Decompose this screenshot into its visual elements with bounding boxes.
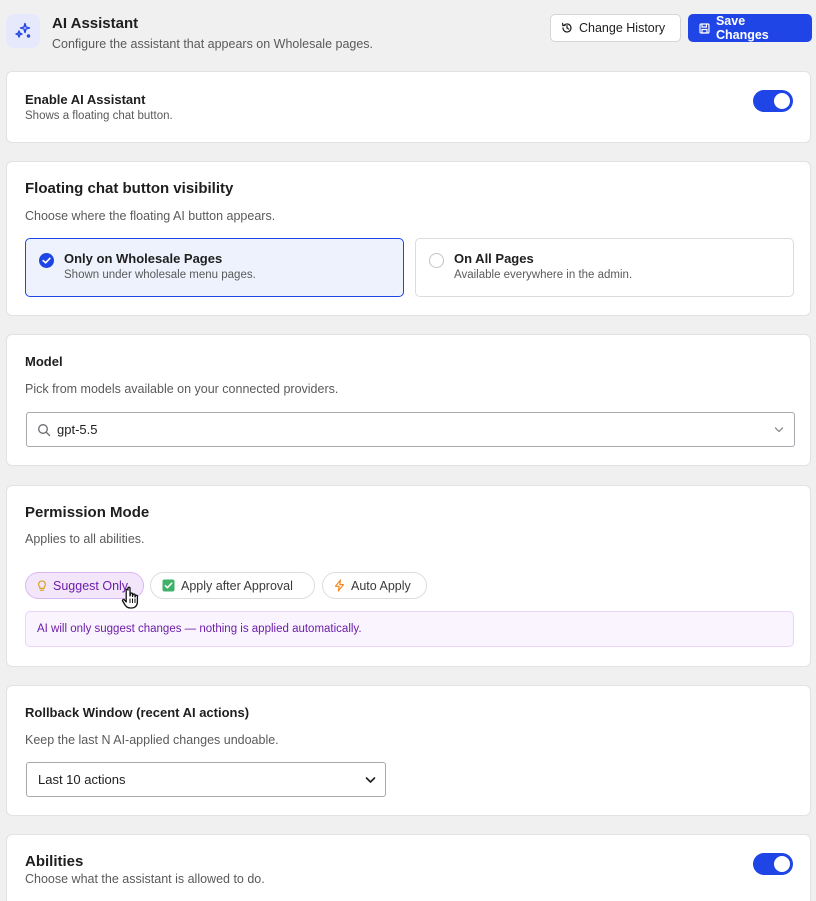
page-title: AI Assistant xyxy=(52,15,139,32)
permission-info-text: AI will only suggest changes — nothing i… xyxy=(37,623,362,635)
option-all-pages[interactable]: On All Pages Available everywhere in the… xyxy=(415,238,794,297)
mode-apply-after-approval[interactable]: Apply after Approval xyxy=(150,572,315,599)
visibility-card: Floating chat button visibility Choose w… xyxy=(6,161,811,316)
chevron-down-icon xyxy=(365,777,376,783)
mode-auto-apply[interactable]: Auto Apply xyxy=(322,572,427,599)
permission-title: Permission Mode xyxy=(25,504,150,521)
lightbulb-icon xyxy=(38,579,46,591)
visibility-description: Choose where the floating AI button appe… xyxy=(25,209,276,223)
abilities-description: Choose what the assistant is allowed to … xyxy=(25,872,265,886)
model-title: Model xyxy=(25,354,63,369)
check-square-icon xyxy=(162,579,175,592)
lightning-icon xyxy=(334,579,345,592)
chevron-down-icon xyxy=(774,427,784,433)
sparkle-icon xyxy=(15,22,31,38)
abilities-card: Abilities Choose what the assistant is a… xyxy=(6,834,811,901)
page-subtitle: Configure the assistant that appears on … xyxy=(52,37,374,51)
save-changes-label: Save Changes xyxy=(715,14,769,42)
rollback-select[interactable]: Last 10 actions xyxy=(26,762,386,797)
enable-assistant-toggle[interactable] xyxy=(753,90,793,112)
visibility-title: Floating chat button visibility xyxy=(25,180,234,197)
model-description: Pick from models available on your conne… xyxy=(25,382,339,396)
option-title: Only on Wholesale Pages xyxy=(64,251,223,266)
model-value: gpt-5.5 xyxy=(57,422,98,437)
model-card: Model Pick from models available on your… xyxy=(6,334,811,466)
search-icon xyxy=(38,424,51,437)
change-history-button[interactable]: Change History xyxy=(550,14,681,42)
model-select[interactable]: gpt-5.5 xyxy=(26,412,795,447)
enable-assistant-title: Enable AI Assistant xyxy=(25,92,146,107)
abilities-title: Abilities xyxy=(25,853,84,870)
ai-sparkle-logo xyxy=(6,14,40,48)
rollback-description: Keep the last N AI-applied changes undoa… xyxy=(25,733,279,747)
abilities-toggle[interactable] xyxy=(753,853,793,875)
rollback-card: Rollback Window (recent AI actions) Keep… xyxy=(6,685,811,816)
option-wholesale-pages[interactable]: Only on Wholesale Pages Shown under whol… xyxy=(25,238,404,297)
permission-description: Applies to all abilities. xyxy=(25,532,145,546)
option-subtitle: Available everywhere in the admin. xyxy=(454,269,633,281)
enable-assistant-card: Enable AI Assistant Shows a floating cha… xyxy=(6,71,811,143)
rollback-value: Last 10 actions xyxy=(38,772,126,787)
radio-checked-icon xyxy=(39,253,54,268)
page-header: AI Assistant Configure the assistant tha… xyxy=(0,0,816,60)
radio-unchecked-icon xyxy=(429,253,444,268)
option-subtitle: Shown under wholesale menu pages. xyxy=(64,269,256,281)
mode-label: Auto Apply xyxy=(351,578,411,593)
hand-pointer-cursor-icon xyxy=(121,586,139,609)
toggle-knob xyxy=(774,856,790,872)
change-history-label: Change History xyxy=(579,21,666,35)
permission-card: Permission Mode Applies to all abilities… xyxy=(6,485,811,667)
mode-label: Suggest Only xyxy=(53,578,129,593)
permission-info-box: AI will only suggest changes — nothing i… xyxy=(25,611,794,647)
save-changes-button[interactable]: Save Changes xyxy=(688,14,812,42)
option-title: On All Pages xyxy=(454,251,534,266)
mode-label: Apply after Approval xyxy=(181,578,293,593)
rollback-title: Rollback Window (recent AI actions) xyxy=(25,705,250,720)
save-icon xyxy=(699,22,710,34)
enable-assistant-description: Shows a floating chat button. xyxy=(25,110,173,122)
history-icon xyxy=(562,22,572,33)
toggle-knob xyxy=(774,93,790,109)
